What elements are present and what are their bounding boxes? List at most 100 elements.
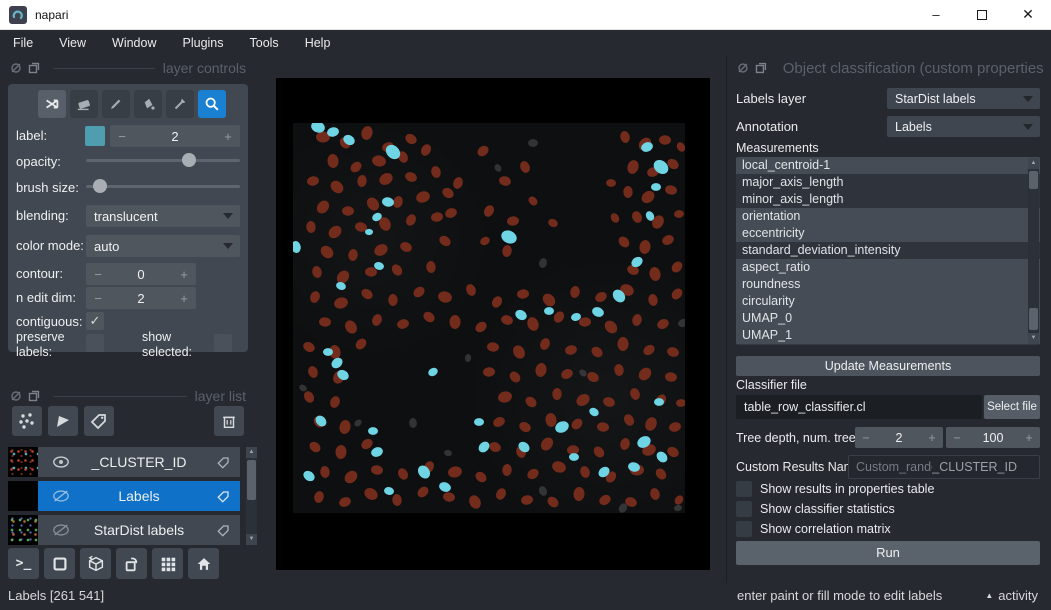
show-results-checkbox[interactable] (736, 481, 752, 497)
show-correlation-checkbox[interactable] (736, 521, 752, 537)
console-button[interactable]: >_ (8, 548, 39, 579)
scrollbar-thumb[interactable] (1029, 171, 1038, 189)
contiguous-checkbox[interactable]: ✓ (86, 312, 104, 330)
close-button[interactable]: ✕ (1005, 0, 1051, 30)
ndisplay-toggle-button[interactable] (44, 548, 75, 579)
new-points-layer-button[interactable] (12, 406, 42, 436)
contour-decrement[interactable]: − (86, 267, 110, 282)
label-color-swatch[interactable] (85, 126, 105, 146)
float-dock-icon[interactable] (28, 390, 40, 402)
scroll-down-icon[interactable]: ▼ (1028, 333, 1039, 344)
run-button[interactable]: Run (736, 541, 1040, 565)
home-button[interactable] (188, 548, 219, 579)
menu-file[interactable]: File (0, 36, 46, 50)
tree-depth-decrement[interactable]: − (855, 431, 877, 445)
opacity-slider[interactable] (86, 151, 240, 169)
n-edit-dim-increment[interactable]: + (172, 291, 196, 306)
float-dock-icon[interactable] (28, 62, 40, 74)
measurement-item[interactable]: standard_deviation_intensity (736, 242, 1040, 259)
float-dock-icon[interactable] (755, 62, 767, 74)
measurement-item[interactable]: minor_axis_length (736, 191, 1040, 208)
preserve-labels-checkbox[interactable] (86, 334, 104, 352)
roll-dimensions-button[interactable] (80, 548, 111, 579)
measurement-item[interactable]: circularity (736, 293, 1040, 310)
measurement-item[interactable]: UMAP_1 (736, 327, 1040, 344)
scroll-up-icon[interactable]: ▲ (246, 447, 257, 458)
n-edit-dim-spinbox[interactable]: − 2 + (86, 287, 196, 309)
measurement-item[interactable]: local_centroid-1 (736, 157, 1040, 174)
measurement-item[interactable]: aspect_ratio (736, 259, 1040, 276)
brush-size-slider[interactable] (86, 177, 240, 195)
scrollbar-thumb[interactable] (1029, 308, 1038, 330)
tag-icon[interactable] (216, 455, 231, 470)
annotation-combobox[interactable]: Labels (887, 116, 1040, 137)
tree-depth-increment[interactable]: + (921, 431, 943, 445)
fill-tool-button[interactable] (134, 90, 162, 118)
minimize-button[interactable]: – (913, 0, 959, 30)
num-trees-spinbox[interactable]: − 100 + (946, 427, 1040, 448)
scroll-down-icon[interactable]: ▼ (246, 534, 257, 545)
scroll-up-icon[interactable]: ▲ (1028, 158, 1039, 169)
new-shapes-layer-button[interactable] (48, 406, 78, 436)
menu-help[interactable]: Help (292, 36, 344, 50)
measurement-item[interactable]: major_axis_length (736, 174, 1040, 191)
custom-results-input[interactable]: Custom_rando... _CLUSTER_ID (848, 455, 1040, 479)
layer-list-header: layer list (10, 387, 246, 405)
update-measurements-button[interactable]: Update Measurements (736, 356, 1040, 376)
blending-combobox[interactable]: translucent (86, 205, 240, 227)
header-divider (54, 68, 155, 69)
color-mode-value: auto (94, 239, 119, 254)
show-correlation-label: Show correlation matrix (760, 522, 891, 536)
label-spinbox[interactable]: − 2 + (110, 125, 240, 147)
activity-toggle[interactable]: ▲activity (985, 588, 1038, 603)
maximize-button[interactable] (959, 0, 1005, 30)
dock-separator[interactable] (726, 56, 727, 583)
layer-list-scrollbar[interactable]: ▲ ▼ (246, 447, 257, 545)
tag-icon[interactable] (216, 523, 231, 538)
measurements-scrollbar[interactable]: ▲ ▼ (1028, 158, 1039, 344)
hide-dock-icon[interactable] (737, 62, 749, 74)
layer-row-labels[interactable]: Labels (8, 481, 240, 511)
tree-depth-spinbox[interactable]: − 2 + (855, 427, 943, 448)
measurement-item[interactable]: UMAP_0 (736, 310, 1040, 327)
menu-tools[interactable]: Tools (237, 36, 292, 50)
measurement-item[interactable]: roundness (736, 276, 1040, 293)
show-selected-checkbox[interactable] (214, 334, 232, 352)
classifier-file-input[interactable]: table_row_classifier.cl (736, 395, 982, 419)
menu-plugins[interactable]: Plugins (170, 36, 237, 50)
show-statistics-checkbox[interactable] (736, 501, 752, 517)
brush-size-handle[interactable] (93, 179, 107, 193)
paint-tool-button[interactable] (102, 90, 130, 118)
viewer-canvas[interactable] (276, 78, 710, 570)
layer-row-stardist-labels[interactable]: StarDist labels (8, 515, 240, 545)
measurements-list[interactable]: local_centroid-1 major_axis_length minor… (736, 157, 1040, 345)
menu-view[interactable]: View (46, 36, 99, 50)
transpose-dimensions-button[interactable] (116, 548, 147, 579)
label-increment[interactable]: + (216, 129, 240, 144)
contour-spinbox[interactable]: − 0 + (86, 263, 196, 285)
color-picker-tool-button[interactable] (166, 90, 194, 118)
scrollbar-thumb[interactable] (247, 460, 256, 500)
select-file-button[interactable]: Select file (984, 395, 1040, 419)
hide-dock-icon[interactable] (10, 390, 22, 402)
measurement-item[interactable]: orientation (736, 208, 1040, 225)
label-decrement[interactable]: − (110, 129, 134, 144)
transform-tool-button[interactable] (38, 90, 66, 118)
layer-row-cluster-id[interactable]: _CLUSTER_ID (8, 447, 240, 477)
zoom-tool-button[interactable] (198, 90, 226, 118)
hide-dock-icon[interactable] (10, 62, 22, 74)
opacity-handle[interactable] (182, 153, 196, 167)
labels-layer-combobox[interactable]: StarDist labels (887, 88, 1040, 109)
num-trees-increment[interactable]: + (1018, 431, 1040, 445)
color-mode-combobox[interactable]: auto (86, 235, 240, 257)
measurement-item[interactable]: eccentricity (736, 225, 1040, 242)
erase-tool-button[interactable] (70, 90, 98, 118)
contour-increment[interactable]: + (172, 267, 196, 282)
num-trees-decrement[interactable]: − (946, 431, 968, 445)
menu-window[interactable]: Window (99, 36, 169, 50)
n-edit-dim-decrement[interactable]: − (86, 291, 110, 306)
new-labels-layer-button[interactable] (84, 406, 114, 436)
delete-layer-button[interactable] (214, 406, 244, 436)
grid-view-button[interactable] (152, 548, 183, 579)
tag-icon[interactable] (216, 489, 231, 504)
